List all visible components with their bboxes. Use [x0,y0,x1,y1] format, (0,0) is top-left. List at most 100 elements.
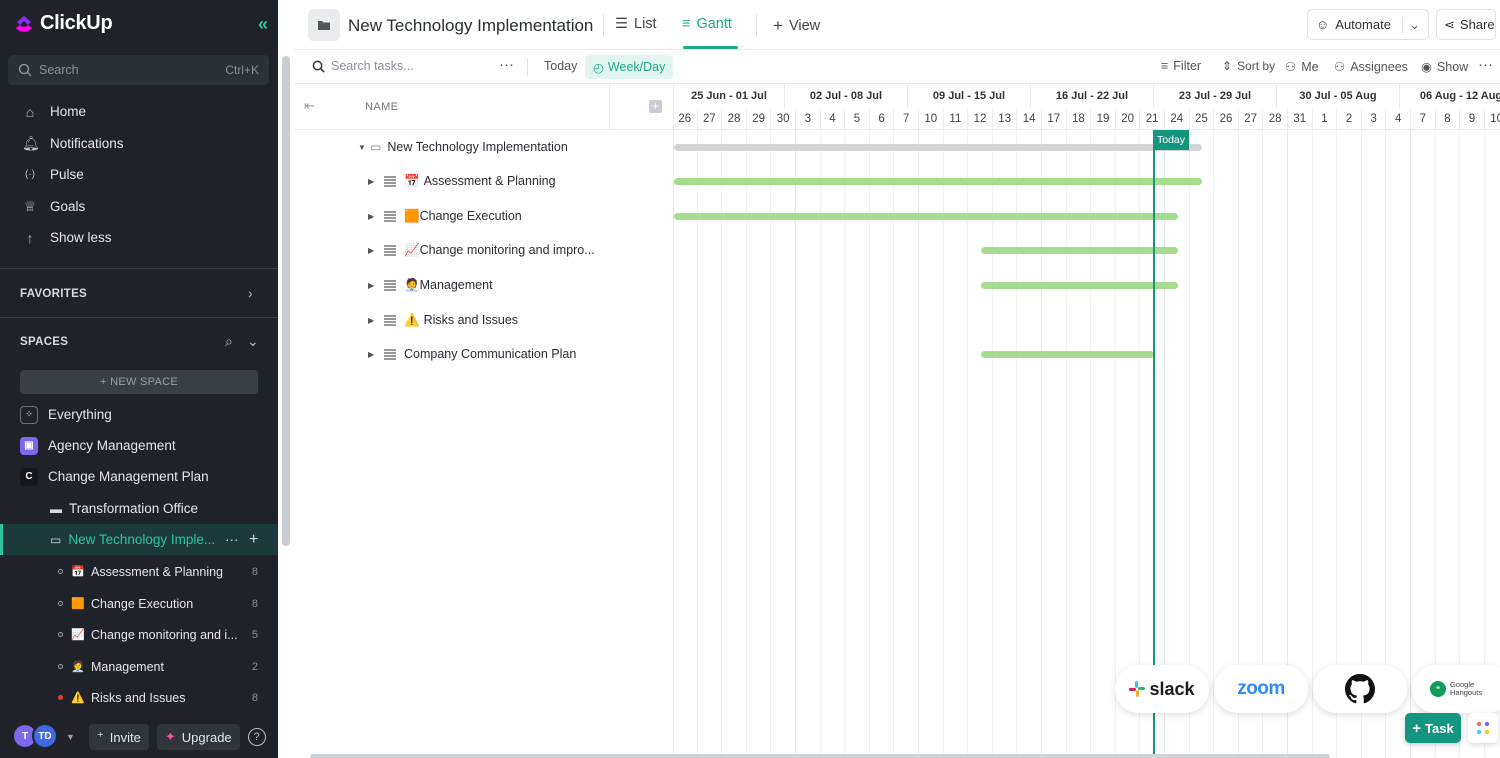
folder-timeline-bar[interactable] [674,144,1202,151]
caret-right-icon[interactable]: ▶ [368,316,378,325]
sidebar-item-notifications[interactable]: 🔔︎ Notifications [0,128,278,160]
grid-line [1311,130,1313,758]
timeline-bar-assessment[interactable] [674,178,1202,185]
space-change-management-plan[interactable]: C Change Management Plan [0,461,278,492]
sort-button[interactable]: ⇕ Sort by [1222,59,1275,73]
space-everything[interactable]: ⁘ Everything [0,399,278,430]
add-column-icon[interactable]: + [649,100,662,113]
clickup-logo[interactable]: ClickUp [14,12,113,35]
list-row[interactable]: ▶ 🧑‍💼 Management [294,268,674,302]
assignees-button[interactable]: ⚇ Assignees [1334,59,1408,75]
sidebar-item-home[interactable]: ⌂ Home [0,96,278,128]
list-assessment-planning[interactable]: 📅 Assessment & Planning 8 [0,556,278,587]
scrollbar-thumb[interactable] [282,56,290,546]
list-row[interactable]: ▶ Company Communication Plan [294,337,674,371]
folder-button[interactable] [308,9,340,41]
sidebar-item-pulse[interactable]: (·) Pulse [0,159,278,191]
list-row[interactable]: ▶ ⚠️ Risks and Issues [294,303,674,337]
sidebar-item-goals[interactable]: ♕ Goals [0,191,278,223]
hangouts-label: Google Hangouts [1450,679,1483,697]
day-label: 21 [1139,108,1164,130]
automate-button[interactable]: ☺ Automate ⌄ [1307,9,1429,40]
user-avatars[interactable]: T TD [14,723,58,749]
hangouts-integration[interactable]: ❝ Google Hangouts [1412,665,1500,713]
caret-right-icon[interactable]: ▶ [368,212,378,221]
new-space-button[interactable]: + NEW SPACE [20,370,258,394]
more-icon[interactable]: ··· [499,56,514,73]
chevron-down-icon[interactable]: ⌄ [1402,16,1420,33]
caret-right-icon[interactable]: ▶ [368,350,378,359]
list-change-monitoring[interactable]: 📈 Change monitoring and i... 5 [0,619,278,650]
filter-button[interactable]: ≡ Filter [1161,59,1201,73]
status-dot [58,632,63,637]
day-label: 3 [1360,108,1386,130]
gantt-chart[interactable]: 25 Jun - 01 Jul 02 Jul - 08 Jul 09 Jul -… [674,84,1500,758]
show-button[interactable]: ◉ Show [1421,59,1468,75]
list-management[interactable]: 🧑‍💼 Management 2 [0,651,278,682]
invite-button[interactable]: ⁺ Invite [88,724,149,750]
list-row[interactable]: ▶ 📈 Change monitoring and impro... [294,233,674,267]
chevron-down-icon[interactable]: ▼ [66,732,75,742]
list-risks-issues[interactable]: ⚠️ Risks and Issues 8 [0,682,278,713]
sidebar-scrollbar[interactable] [279,50,293,758]
me-filter-button[interactable]: ⚇ Me [1285,59,1319,75]
grid-line [1041,130,1042,758]
day-label: 28 [721,108,746,130]
sidebar-item-show-less[interactable]: ↑ Show less [0,222,278,254]
sidebar-search-input[interactable]: Search Ctrl+K [8,55,269,85]
list-row[interactable]: ▶ 🟧 Change Execution [294,199,674,233]
github-integration[interactable] [1313,665,1407,713]
timeline-bar-communication-plan[interactable] [981,351,1154,358]
upgrade-button[interactable]: ✦ Upgrade [156,724,240,750]
today-line [1153,130,1155,758]
list-icon [384,245,396,255]
zoom-integration[interactable]: zoom [1214,665,1308,713]
invite-label: Invite [109,729,141,745]
caret-down-icon[interactable]: ▼ [358,143,368,152]
gantt-icon: ≡ [682,16,691,32]
apps-grid-icon [1476,721,1490,735]
status-dot [58,601,63,606]
filter-icon: ≡ [1161,59,1169,73]
slack-label: slack [1149,678,1195,699]
search-spaces-icon[interactable]: ⌕ [225,333,233,350]
timeline-bar-management[interactable] [981,282,1178,289]
share-button[interactable]: ⋖ Share [1436,9,1496,40]
apps-button[interactable] [1468,713,1498,743]
timeline-bar-change-monitoring[interactable] [981,247,1178,254]
home-icon: ⌂ [25,103,35,120]
caret-right-icon[interactable]: ▶ [368,246,378,255]
folder-transformation-office[interactable]: ▬ Transformation Office [0,493,278,524]
add-view-button[interactable]: + View [773,16,820,36]
timeline-bar-change-execution[interactable] [674,213,1178,220]
new-task-button[interactable]: + Task [1405,713,1461,743]
folder-row-label: New Technology Implementation [387,140,568,154]
folder-new-technology[interactable]: ▭ New Technology Imple... ··· + [0,524,278,555]
tab-gantt[interactable]: ≡ Gantt [682,16,732,32]
task-label: Task [1425,720,1454,736]
horizontal-scrollbar[interactable] [310,754,1330,758]
person-icon: 🧑‍💼 [71,661,85,673]
chevron-down-icon[interactable]: ⌄ [247,333,259,350]
list-change-execution[interactable]: 🟧 Change Execution 8 [0,588,278,619]
caret-right-icon[interactable]: ▶ [368,281,378,290]
list-row[interactable]: ▶ 📅 Assessment & Planning [294,164,674,198]
help-icon[interactable]: ? [247,728,266,746]
list-count: 8 [251,691,258,704]
task-search-input[interactable]: Search tasks... [312,59,414,73]
more-icon[interactable]: ··· [225,532,239,547]
folder-row[interactable]: ▼ ▭ New Technology Implementation [294,130,674,164]
day-label: 14 [1016,108,1041,130]
space-agency-management[interactable]: ▣ Agency Management [0,430,278,461]
chevron-right-icon[interactable]: › [248,285,253,301]
plus-icon[interactable]: + [249,531,258,549]
caret-right-icon[interactable]: ▶ [368,177,378,186]
more-icon[interactable]: ··· [1478,56,1493,73]
collapse-list-icon[interactable]: ⇤ [304,98,315,114]
slack-integration[interactable]: slack [1115,665,1209,713]
tab-list[interactable]: ☰ List [615,16,657,32]
favorites-header[interactable]: FAVORITES [20,288,87,300]
collapse-sidebar-icon[interactable]: « [258,14,268,35]
today-button[interactable]: Today [544,59,577,73]
week-day-button[interactable]: ◴ Week/Day [585,55,674,79]
